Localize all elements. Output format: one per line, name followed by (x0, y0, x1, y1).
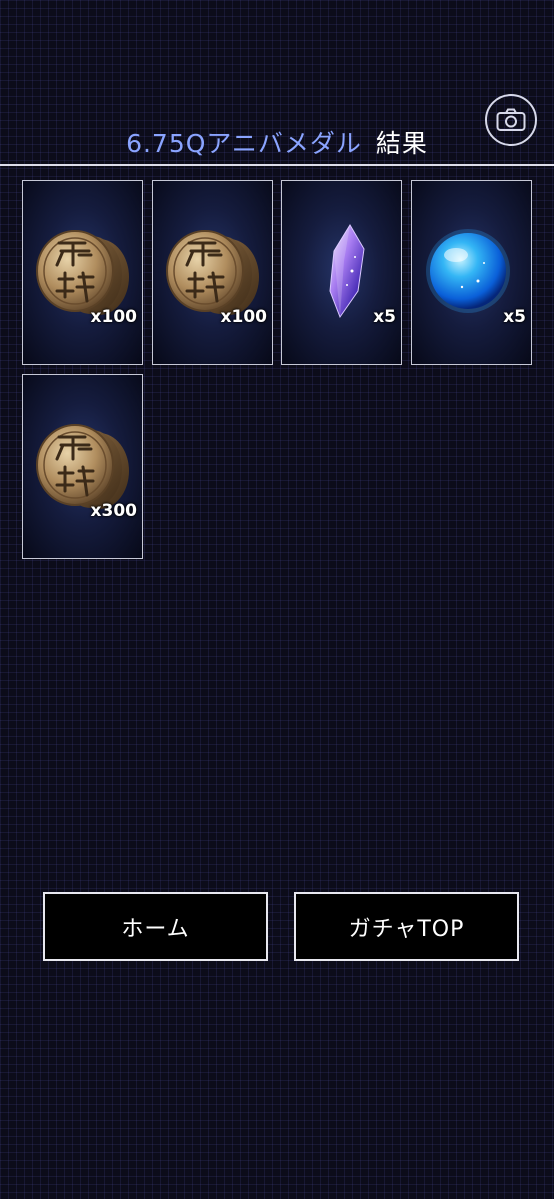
result-grid: x100 x100 x5 x5 x300 (0, 0, 554, 600)
gacha-top-button[interactable]: ガチャTOP (294, 892, 519, 961)
quantity-label: x5 (373, 307, 396, 327)
coin-icon (166, 230, 259, 315)
quantity-label: x5 (503, 307, 526, 327)
coin-icon (36, 230, 129, 315)
result-card[interactable]: x5 (411, 180, 532, 365)
result-card[interactable]: x100 (22, 180, 143, 365)
quantity-label: x100 (90, 307, 137, 327)
home-button[interactable]: ホーム (43, 892, 268, 961)
result-card[interactable]: x300 (22, 374, 143, 559)
result-card[interactable]: x100 (152, 180, 273, 365)
crystal-icon (329, 224, 365, 319)
coin-icon (36, 424, 129, 509)
quantity-label: x100 (220, 307, 267, 327)
orb-icon (426, 229, 510, 313)
quantity-label: x300 (90, 501, 137, 521)
result-card[interactable]: x5 (281, 180, 402, 365)
